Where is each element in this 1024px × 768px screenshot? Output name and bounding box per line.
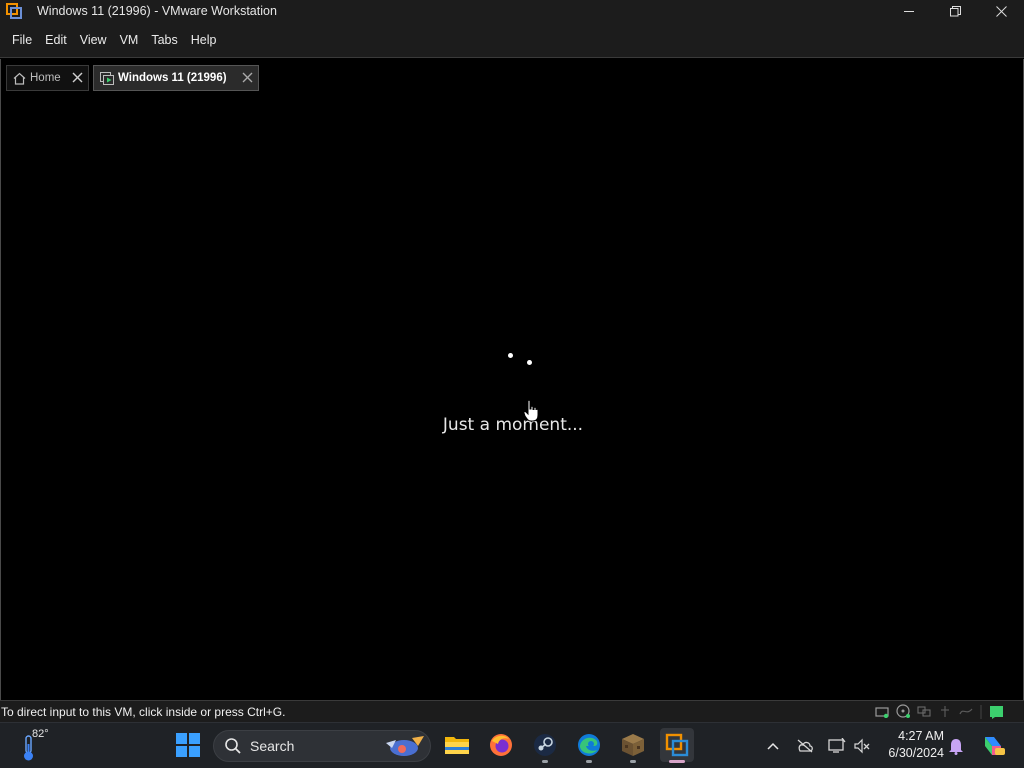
- tab-home-label: Home: [30, 72, 61, 84]
- hand-cursor-icon: [523, 399, 539, 427]
- vmware-icon: [665, 733, 689, 757]
- minimize-icon: [903, 10, 914, 12]
- divider: [979, 704, 983, 719]
- firefox-icon: [490, 734, 512, 756]
- steam-running-indicator: [542, 760, 548, 763]
- loading-spinner-dot: [527, 360, 532, 365]
- restore-icon: [949, 5, 961, 16]
- edge-running-indicator: [586, 760, 592, 763]
- tab-vm-label: Windows 11 (21996): [118, 72, 227, 84]
- title-bar: Windows 11 (21996) - VMware Workstation: [0, 0, 1024, 22]
- status-bar: To direct input to this VM, click inside…: [0, 700, 1024, 722]
- clock-time: 4:27 AM: [898, 729, 944, 743]
- vm-display[interactable]: Just a moment...: [0, 97, 1024, 700]
- onedrive-offline-icon[interactable]: [795, 736, 815, 756]
- minecraft-icon: [622, 734, 644, 756]
- loading-text: Just a moment...: [442, 415, 584, 435]
- loading-spinner-dot: [508, 353, 513, 358]
- menu-vm[interactable]: VM: [114, 29, 145, 51]
- show-hidden-icons-chevron-icon[interactable]: [763, 736, 783, 756]
- tab-vm-windows11[interactable]: Windows 11 (21996): [93, 65, 259, 91]
- minecraft-button[interactable]: [619, 731, 647, 759]
- volume-muted-icon[interactable]: [852, 736, 872, 756]
- menu-edit[interactable]: Edit: [39, 29, 73, 51]
- system-clock[interactable]: 4:27 AM 6/30/2024: [878, 728, 944, 762]
- search-icon: [225, 738, 241, 754]
- tab-vm-close-icon[interactable]: [242, 72, 253, 83]
- vmware-active-indicator: [669, 760, 685, 763]
- file-explorer-icon: [445, 737, 469, 754]
- menu-bar: File Edit View VM Tabs Help: [0, 22, 1024, 58]
- message-log-icon[interactable]: [988, 704, 1004, 719]
- clock-date: 6/30/2024: [888, 746, 944, 760]
- usb-icon[interactable]: [937, 704, 953, 719]
- vmware-taskbar-button[interactable]: [660, 728, 694, 762]
- network-icon[interactable]: [827, 736, 847, 756]
- steam-button[interactable]: [531, 731, 559, 759]
- search-highlight-icon: [386, 736, 424, 756]
- restore-button[interactable]: [932, 0, 978, 22]
- close-button[interactable]: [978, 0, 1024, 22]
- sound-card-icon[interactable]: [958, 704, 974, 719]
- edge-icon: [578, 734, 600, 756]
- search-label: Search: [250, 738, 295, 754]
- start-icon: [176, 733, 200, 757]
- weather-temperature: 82°: [32, 728, 49, 740]
- minimize-button[interactable]: [886, 0, 932, 22]
- edge-button[interactable]: [575, 731, 603, 759]
- menu-file[interactable]: File: [6, 29, 38, 51]
- close-icon: [995, 5, 1007, 17]
- weather-widget[interactable]: 82°: [18, 728, 52, 764]
- vm-icon: [100, 71, 114, 85]
- tab-bar: Home Windows 11 (21996): [0, 59, 1024, 97]
- firefox-button[interactable]: [487, 731, 515, 759]
- steam-icon: [534, 734, 556, 756]
- menu-view[interactable]: View: [74, 29, 113, 51]
- network-adapter-icon[interactable]: [916, 704, 932, 719]
- home-icon: [13, 72, 26, 85]
- taskbar-search[interactable]: Search: [213, 730, 431, 762]
- hard-disk-icon[interactable]: [874, 704, 890, 719]
- start-button[interactable]: [174, 731, 202, 759]
- window-title: Windows 11 (21996) - VMware Workstation: [37, 4, 277, 18]
- tab-home[interactable]: Home: [6, 65, 89, 91]
- minecraft-running-indicator: [630, 760, 636, 763]
- menu-tabs[interactable]: Tabs: [145, 29, 183, 51]
- vmware-app-icon[interactable]: [6, 3, 22, 19]
- cd-drive-icon[interactable]: [895, 704, 911, 719]
- copilot-icon[interactable]: [981, 734, 1005, 758]
- file-explorer-button[interactable]: [443, 731, 471, 759]
- notification-bell-icon[interactable]: [946, 736, 966, 756]
- tab-home-close-icon[interactable]: [72, 72, 83, 83]
- menu-help[interactable]: Help: [185, 29, 223, 51]
- status-hint: To direct input to this VM, click inside…: [1, 704, 286, 719]
- windows-taskbar: 82° Search 4:27 AM 6/30/2024: [0, 722, 1024, 768]
